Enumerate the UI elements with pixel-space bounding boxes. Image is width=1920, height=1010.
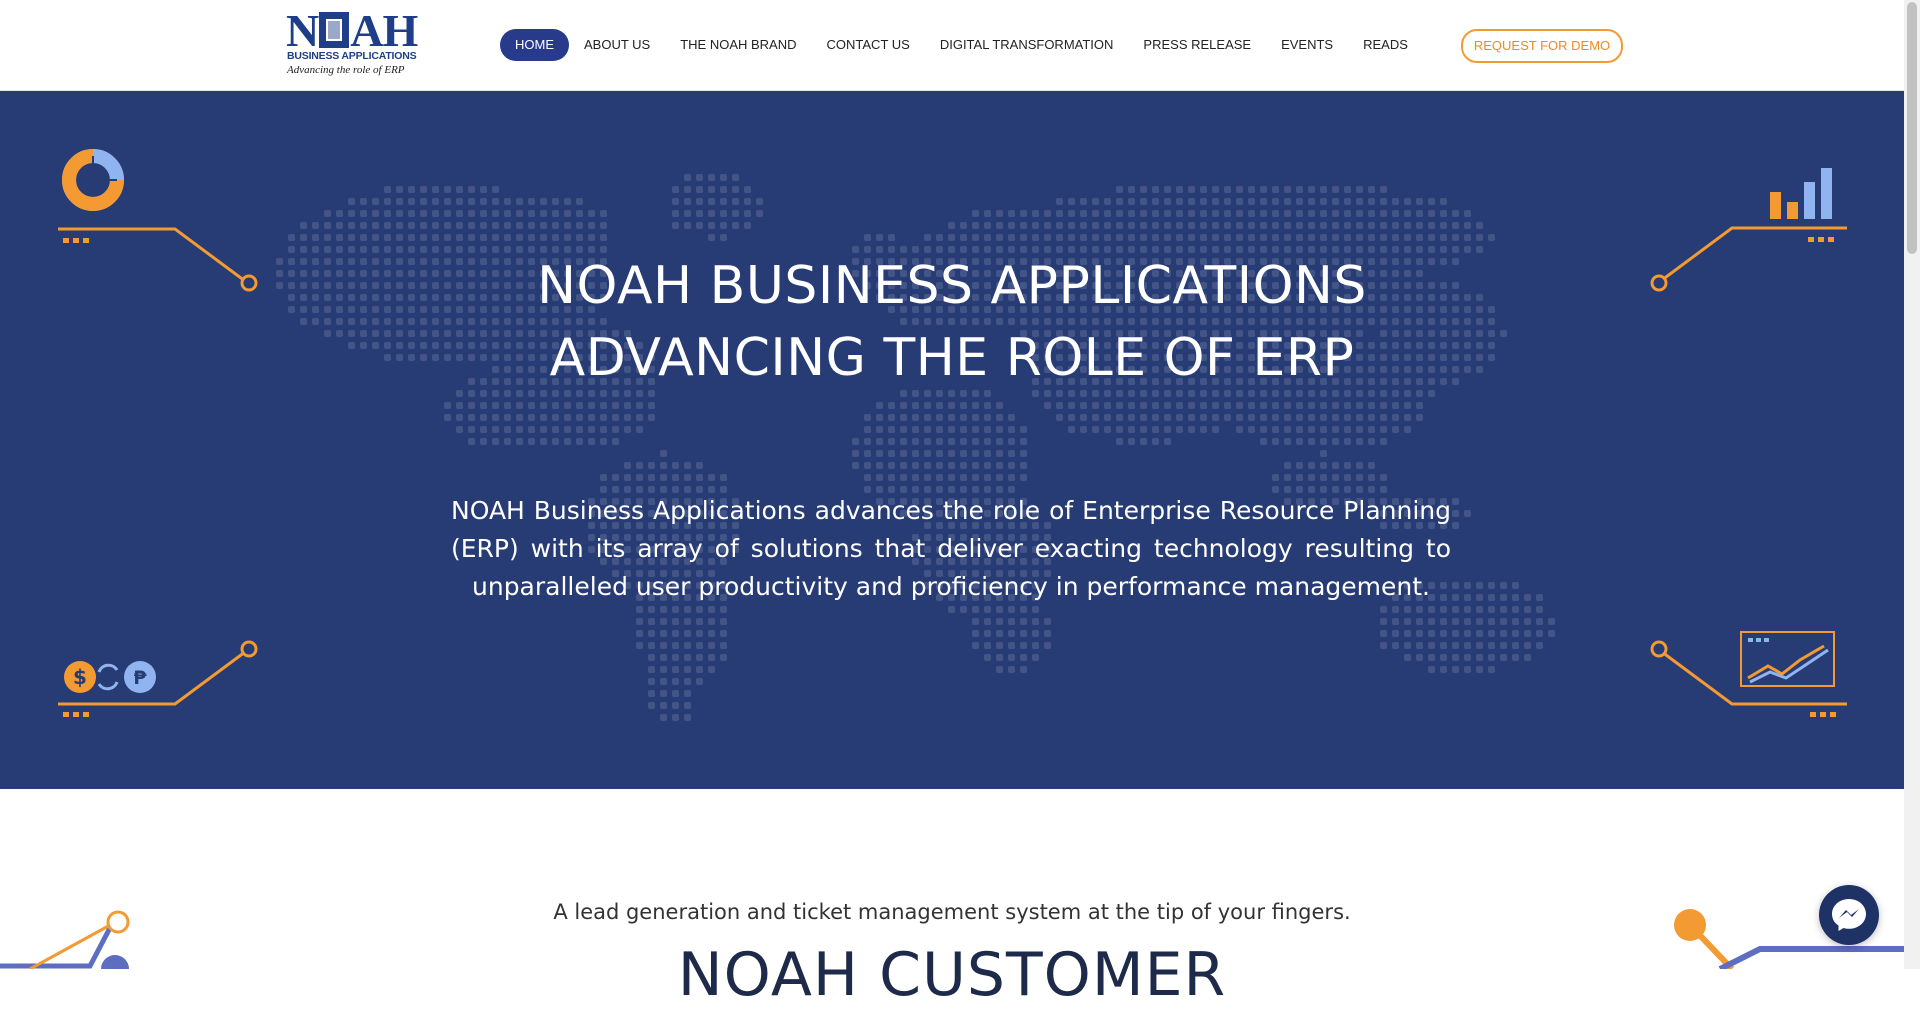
section-lead-text: A lead generation and ticket management … bbox=[553, 900, 1351, 924]
svg-text:$: $ bbox=[73, 665, 87, 689]
page-scrollbar[interactable] bbox=[1904, 0, 1920, 969]
site-header: N AH BUSINESS APPLICATIONS Advancing the … bbox=[0, 0, 1904, 91]
nav-press-release[interactable]: PRESS RELEASE bbox=[1128, 29, 1266, 61]
nav-reads[interactable]: READS bbox=[1348, 29, 1423, 61]
logo-subtitle: BUSINESS APPLICATIONS bbox=[287, 50, 417, 62]
main-nav: HOME ABOUT US THE NOAH BRAND CONTACT US … bbox=[500, 29, 1423, 61]
donut-chart-icon bbox=[62, 149, 124, 211]
hero-title-line2: ADVANCING THE ROLE OF ERP bbox=[549, 328, 1355, 388]
nav-home[interactable]: HOME bbox=[500, 29, 569, 61]
request-demo-button[interactable]: REQUEST FOR DEMO bbox=[1461, 29, 1623, 63]
logo-wordmark: N AH bbox=[286, 5, 418, 56]
hero-section: $ ₱ NOAH BUSINESS APPLICATIONS ADVANCING… bbox=[0, 90, 1904, 789]
scrollbar-thumb[interactable] bbox=[1907, 2, 1917, 254]
messenger-icon bbox=[1832, 899, 1866, 931]
bottom-left-decoration: $ ₱ bbox=[58, 640, 258, 717]
hero-description: NOAH Business Applications advances the … bbox=[451, 496, 1451, 601]
nav-digital-transformation[interactable]: DIGITAL TRANSFORMATION bbox=[925, 29, 1129, 61]
messenger-chat-button[interactable] bbox=[1819, 885, 1879, 945]
currency-exchange-icon: $ ₱ bbox=[64, 661, 156, 693]
nav-contact-us[interactable]: CONTACT US bbox=[812, 29, 925, 61]
hero-title: NOAH BUSINESS APPLICATIONS ADVANCING THE… bbox=[0, 250, 1904, 394]
noah-logo[interactable]: N AH BUSINESS APPLICATIONS Advancing the … bbox=[286, 5, 421, 78]
hero-title-line1: NOAH BUSINESS APPLICATIONS bbox=[537, 256, 1367, 316]
bar-chart-icon bbox=[1770, 168, 1832, 219]
nav-about-us[interactable]: ABOUT US bbox=[569, 29, 665, 61]
nav-events[interactable]: EVENTS bbox=[1266, 29, 1348, 61]
bottom-right-decoration bbox=[1650, 631, 1847, 717]
nav-the-noah-brand[interactable]: THE NOAH BRAND bbox=[665, 29, 811, 61]
svg-text:₱: ₱ bbox=[133, 667, 147, 689]
logo-tagline: Advancing the role of ERP bbox=[287, 64, 405, 76]
line-chart-icon bbox=[1740, 631, 1835, 687]
world-map-dots bbox=[276, 174, 1555, 721]
section-title: NOAH CUSTOMER bbox=[677, 940, 1227, 1010]
